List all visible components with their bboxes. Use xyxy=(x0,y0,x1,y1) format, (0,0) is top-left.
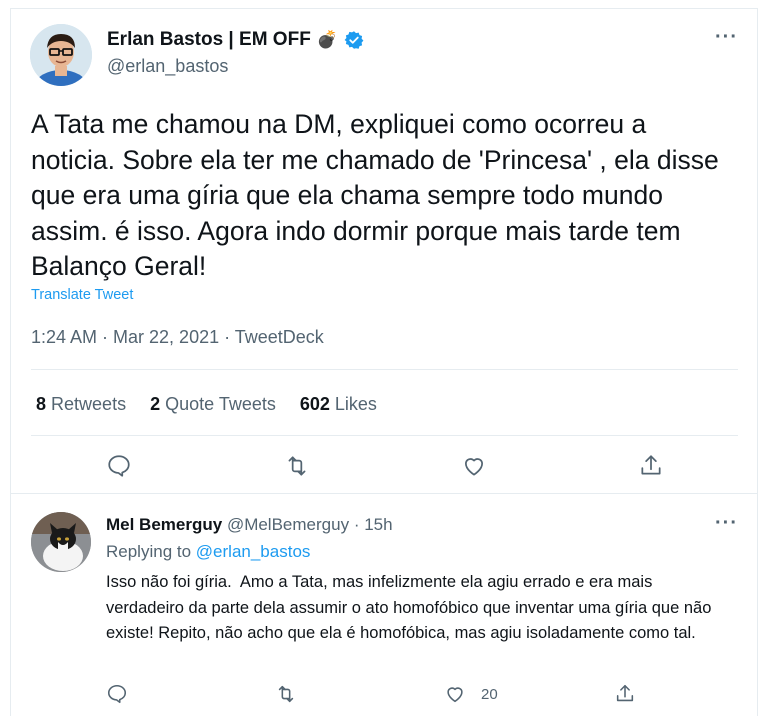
divider xyxy=(10,493,758,494)
quote-tweets-stat[interactable]: 2 Quote Tweets xyxy=(150,394,276,415)
reply-header: Mel Bemerguy @MelBemerguy · 15h xyxy=(106,515,393,535)
reply-time[interactable]: 15h xyxy=(364,515,392,534)
retweets-stat[interactable]: 8 Retweets xyxy=(36,394,126,415)
reply-author-avatar[interactable] xyxy=(31,512,91,572)
retweet-action-icon[interactable] xyxy=(275,683,297,705)
more-options-icon[interactable]: ··· xyxy=(715,26,738,49)
translate-tweet-link[interactable]: Translate Tweet xyxy=(31,287,133,303)
timeline-left-border xyxy=(10,8,11,716)
author-avatar[interactable] xyxy=(30,24,92,86)
tweet-timestamp[interactable]: 1:24 AM · Mar 22, 2021 · TweetDeck xyxy=(31,327,324,348)
retweet-icon[interactable] xyxy=(284,453,310,479)
share-action-icon[interactable] xyxy=(614,683,636,705)
timeline-right-border xyxy=(757,8,758,716)
timeline-top-border xyxy=(10,8,758,9)
verified-badge-icon xyxy=(344,30,364,50)
reply-more-options-icon[interactable]: ··· xyxy=(715,512,738,535)
author-name[interactable]: Erlan Bastos | EM OFF xyxy=(107,29,311,51)
replying-to-handle-link[interactable]: @erlan_bastos xyxy=(196,542,311,561)
reply-body: Isso não foi gíria. Amo a Tata, mas infe… xyxy=(106,573,716,642)
like-icon[interactable] xyxy=(461,453,487,479)
reply-author-name[interactable]: Mel Bemerguy xyxy=(106,515,222,534)
share-icon[interactable] xyxy=(638,453,664,479)
tweet-stats: 8 Retweets 2 Quote Tweets 602 Likes xyxy=(36,394,377,415)
separator-dot: · xyxy=(353,515,360,534)
replying-to-line: Replying to @erlan_bastos xyxy=(106,542,311,561)
tweet-body: A Tata me chamou na DM, expliquei como o… xyxy=(31,109,719,281)
like-action-icon[interactable] xyxy=(444,683,466,705)
author-handle[interactable]: @erlan_bastos xyxy=(107,56,228,77)
bomb-emoji-icon: 💣 xyxy=(316,30,338,49)
reply-icon[interactable] xyxy=(106,453,132,479)
reply-author-handle[interactable]: @MelBemerguy xyxy=(227,515,349,534)
divider xyxy=(31,369,738,370)
reply-action-icon[interactable] xyxy=(106,683,128,705)
likes-stat[interactable]: 602 Likes xyxy=(300,394,377,415)
author-name-row[interactable]: Erlan Bastos | EM OFF 💣 xyxy=(107,29,364,51)
divider xyxy=(31,435,738,436)
reply-like-count: 20 xyxy=(481,686,498,703)
